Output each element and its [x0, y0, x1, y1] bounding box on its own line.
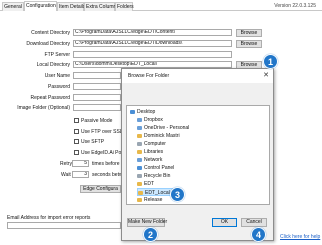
download-browse-button[interactable]: Browse	[236, 40, 262, 48]
computer-icon	[137, 141, 142, 146]
tree-label: Control Panel	[144, 165, 175, 171]
tree-label: Libraries	[144, 149, 164, 155]
folder-icon	[137, 181, 142, 186]
password-label: Password	[48, 84, 70, 90]
retry-field[interactable]: 5	[72, 160, 89, 167]
sftp-label: Use SFTP	[81, 139, 105, 145]
email-label: Email Address for import error reports	[7, 215, 91, 221]
content-directory-field[interactable]: C:\ProgramData\AJSLLC\edge\EDT\Content\	[73, 29, 232, 36]
dialog-title: Browse For Folder	[122, 69, 273, 83]
make-new-folder-button[interactable]: Make New Folder	[127, 218, 167, 227]
password-field[interactable]	[73, 83, 121, 90]
tree-item-dropbox[interactable]: Dropbox	[137, 116, 163, 124]
wait-field[interactable]: 3	[72, 171, 89, 178]
image-folder-label: Image Folder (Optional)	[17, 105, 70, 111]
edge-configuration-button[interactable]: Edge Configura	[80, 185, 121, 193]
ok-button[interactable]: OK	[212, 218, 237, 227]
help-link[interactable]: Click here for help	[280, 234, 320, 240]
tree-item-release[interactable]: Release	[137, 196, 162, 204]
tree-item-network[interactable]: Network	[137, 156, 162, 164]
edge-post-checkbox[interactable]	[74, 150, 79, 155]
tree-item-control-panel[interactable]: Control Panel	[137, 164, 174, 172]
cancel-button[interactable]: Cancel	[241, 218, 267, 227]
tree-label: EDT	[144, 181, 154, 187]
user-folder-icon	[137, 133, 142, 138]
image-folder-field[interactable]	[73, 104, 121, 111]
username-label: User Name	[44, 73, 70, 79]
username-field[interactable]	[73, 72, 121, 79]
browse-folder-dialog: Browse For Folder ✕ Desktop Dropbox OneD…	[121, 68, 274, 241]
download-directory-label: Download Directory	[26, 41, 70, 47]
content-directory-label: Content Directory	[31, 30, 70, 36]
tree-item-recycle-bin[interactable]: Recycle Bin	[137, 172, 170, 180]
recycle-bin-icon	[137, 173, 142, 178]
tree-label: Dropbox	[144, 117, 163, 123]
callout-badge-2: 2	[143, 227, 158, 242]
tree-item-onedrive[interactable]: OneDrive - Personal	[137, 124, 189, 132]
cloud-icon	[137, 125, 142, 130]
folder-icon	[138, 190, 143, 195]
dropbox-icon	[137, 117, 142, 122]
tab-extra-columns[interactable]: Extra Columns	[84, 2, 119, 11]
network-icon	[137, 157, 142, 162]
version-label: Version 22.0.3.125	[274, 3, 316, 9]
local-directory-field[interactable]: C:\Users\domm\Desktop\EDT_Local\	[73, 61, 232, 68]
tree-label: Desktop	[137, 109, 156, 115]
folder-tree[interactable]: Desktop Dropbox OneDrive - Personal Domi…	[126, 105, 270, 205]
tree-label: OneDrive - Personal	[144, 125, 190, 131]
control-panel-icon	[137, 165, 142, 170]
tab-item-details[interactable]: Item Details	[57, 2, 85, 11]
local-directory-label: Local Directory	[36, 62, 70, 68]
passive-mode-checkbox[interactable]	[74, 118, 79, 123]
tree-item-edt-local[interactable]: EDT_Local	[137, 188, 174, 196]
tree-item-desktop[interactable]: Desktop	[130, 108, 155, 116]
repeat-password-field[interactable]	[73, 94, 121, 101]
folder-icon	[137, 197, 142, 202]
tree-item-edt[interactable]: EDT	[137, 180, 154, 188]
ftp-ssl-checkbox[interactable]	[74, 129, 79, 134]
content-browse-button[interactable]: Browse	[236, 29, 262, 37]
callout-badge-3: 3	[170, 187, 185, 202]
tab-folders[interactable]: Folders	[115, 2, 134, 11]
sftp-checkbox[interactable]	[74, 139, 79, 144]
ftp-server-label: FTP Server	[44, 52, 70, 58]
tab-general[interactable]: General	[2, 2, 24, 11]
callout-badge-1: 1	[263, 54, 278, 69]
tree-item-computer[interactable]: Computer	[137, 140, 166, 148]
passive-mode-label: Passive Mode	[81, 118, 113, 124]
tree-item-libraries[interactable]: Libraries	[137, 148, 163, 156]
tree-label: Network	[144, 157, 163, 163]
close-icon[interactable]: ✕	[263, 69, 269, 83]
download-directory-field[interactable]: C:\ProgramData\AJSLLC\edge\EDT\Downloads…	[73, 40, 232, 47]
tree-item-user[interactable]: Dominick Mastri	[137, 132, 180, 140]
tree-label: Recycle Bin	[144, 173, 171, 179]
ftp-server-field[interactable]	[73, 51, 232, 58]
tab-configuration[interactable]: Configuration	[24, 1, 57, 11]
tab-bar: General Configuration Item Details Extra…	[0, 0, 322, 11]
tree-label: Dominick Mastri	[144, 133, 180, 139]
tree-label: Computer	[144, 141, 166, 147]
repeat-password-label: Repeat Password	[30, 95, 70, 101]
wait-label: Wait	[61, 172, 71, 178]
libraries-icon	[137, 149, 142, 154]
callout-badge-4: 4	[251, 227, 266, 242]
desktop-icon	[130, 109, 135, 114]
retry-label: Retry	[60, 161, 72, 167]
tree-label: Release	[144, 197, 163, 203]
email-field[interactable]	[7, 222, 121, 229]
